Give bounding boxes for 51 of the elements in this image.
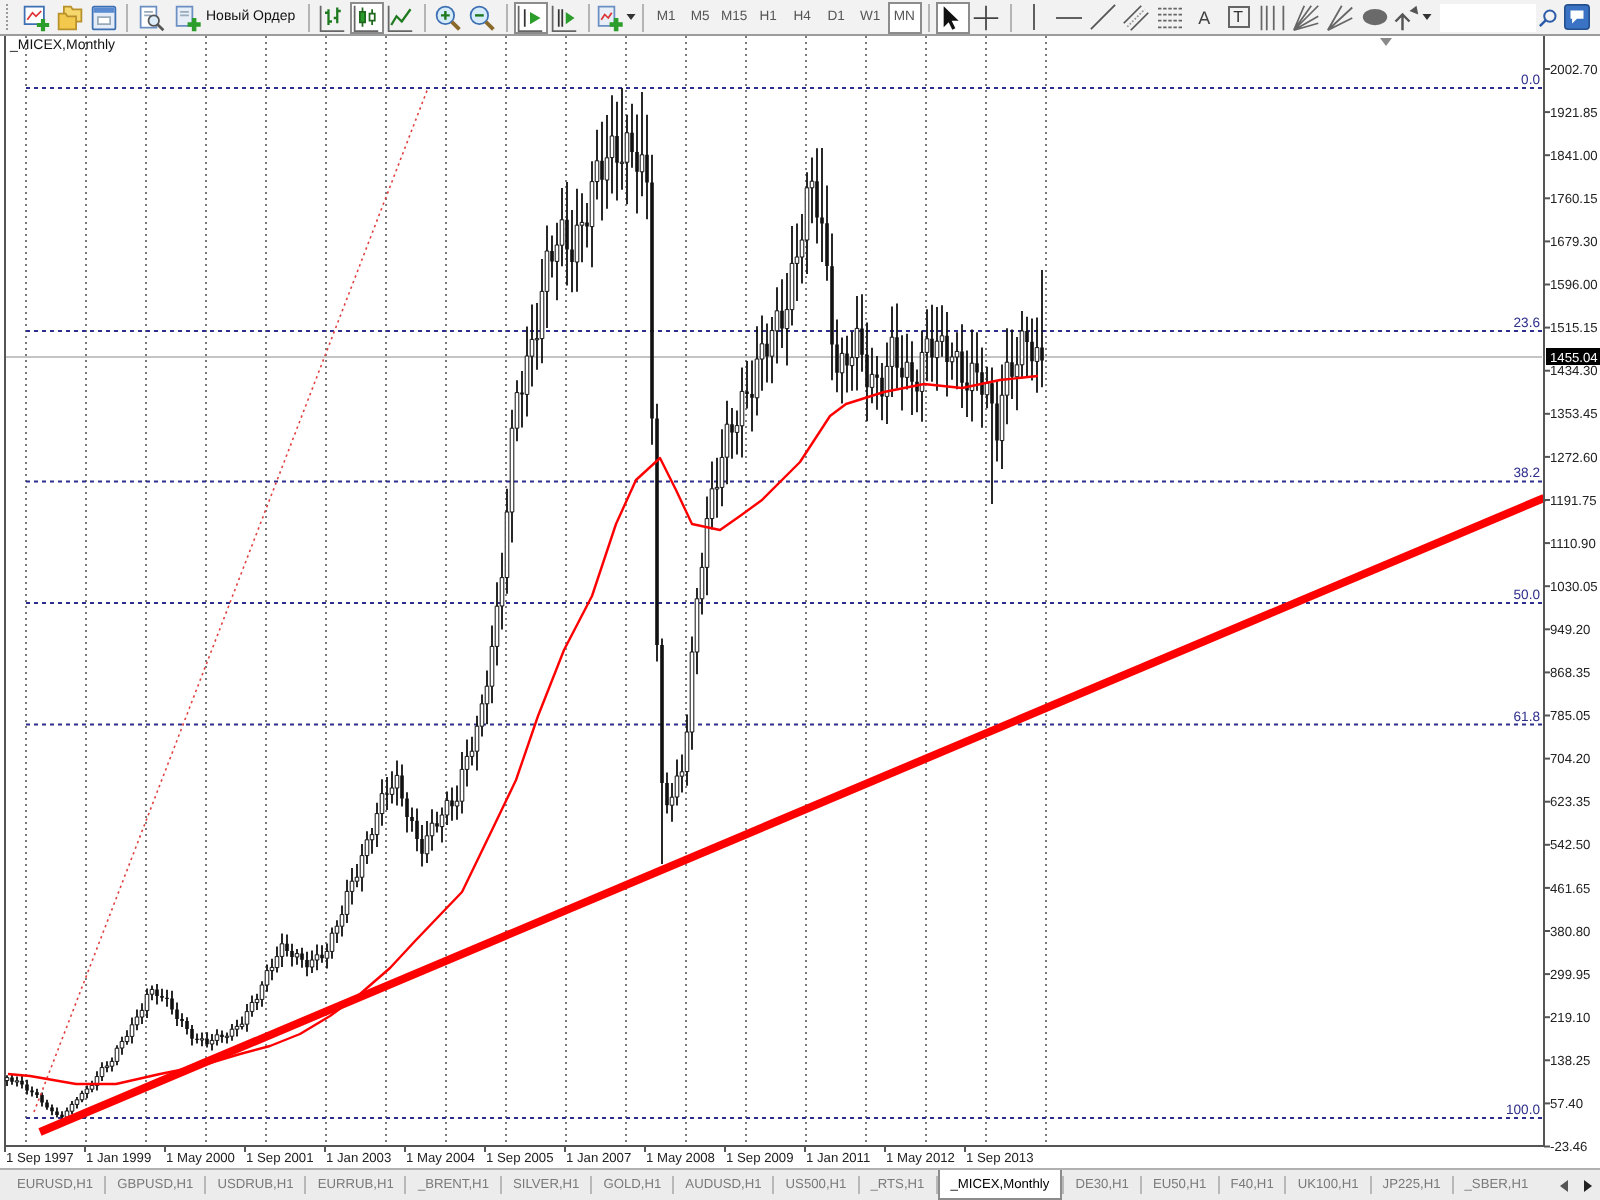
horizontal-line-icon xyxy=(1055,15,1082,19)
bar-chart-button[interactable] xyxy=(315,1,350,33)
folders-icon xyxy=(55,3,83,31)
line-chart-button[interactable] xyxy=(383,1,418,33)
template-button[interactable] xyxy=(595,1,636,33)
vertical-line-icon xyxy=(1032,4,1037,30)
candlestick-button[interactable] xyxy=(349,1,384,33)
auto-scroll-button[interactable] xyxy=(547,1,582,33)
time-zones-button[interactable] xyxy=(1255,1,1290,33)
zoom-out-icon xyxy=(468,3,497,31)
crosshair-icon xyxy=(972,3,1001,31)
fan-lines-icon xyxy=(1326,3,1355,31)
chart-plus-icon xyxy=(21,3,49,31)
diagonal-line-icon xyxy=(1089,4,1116,30)
chart-shift-icon xyxy=(516,3,545,31)
zoom-out-button[interactable] xyxy=(465,1,500,33)
scroll-left-icon[interactable] xyxy=(1560,1179,1568,1191)
trend-line-button[interactable] xyxy=(1085,1,1120,33)
arrow-icon xyxy=(1391,3,1420,31)
candlestick-icon xyxy=(352,3,381,31)
window-icon xyxy=(89,3,117,31)
chart-shift-button[interactable] xyxy=(513,1,548,33)
ellipse-icon xyxy=(1361,8,1388,26)
crosshair-button[interactable] xyxy=(969,1,1004,33)
caret-icon xyxy=(625,14,636,20)
search-field[interactable] xyxy=(1439,3,1536,31)
document-search-icon xyxy=(137,3,165,31)
dashed-lines-icon xyxy=(1156,5,1185,29)
zoom-in-button[interactable] xyxy=(431,1,466,33)
help-button[interactable] xyxy=(1561,1,1592,33)
line-chart-icon xyxy=(386,3,415,31)
cursor-button[interactable] xyxy=(935,1,970,33)
window-button[interactable] xyxy=(86,1,120,33)
search-icon xyxy=(1537,7,1558,27)
new-chart-button[interactable] xyxy=(18,1,52,33)
cursor-arrow-icon xyxy=(942,3,963,31)
caret-icon xyxy=(1421,14,1432,20)
fan-lines-icon xyxy=(1292,3,1321,31)
text-button[interactable]: A xyxy=(1187,1,1222,33)
speech-bubble-icon xyxy=(1563,4,1590,30)
gann-fan-button[interactable] xyxy=(1289,1,1324,33)
arrows-button[interactable] xyxy=(1391,1,1432,33)
navigator-button[interactable] xyxy=(134,1,168,33)
vertical-lines-icon xyxy=(1258,3,1287,31)
auto-scroll-icon xyxy=(550,3,579,31)
profiles-button[interactable] xyxy=(52,1,86,33)
zoom-in-icon xyxy=(434,3,463,31)
bar-chart-icon xyxy=(318,3,347,31)
text-label-button[interactable]: T xyxy=(1221,1,1256,33)
scroll-right-icon[interactable] xyxy=(1584,1179,1592,1191)
fan-button[interactable] xyxy=(1323,1,1358,33)
